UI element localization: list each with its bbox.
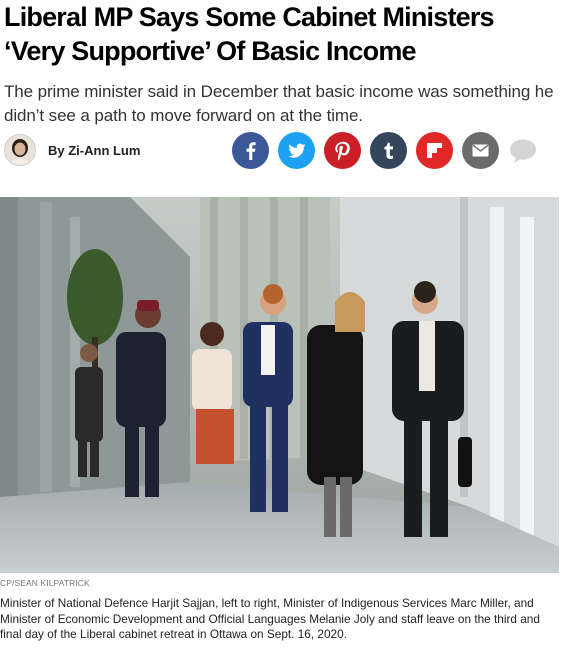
comment-bubble-icon xyxy=(510,139,536,163)
flipboard-share-button[interactable] xyxy=(416,132,453,169)
tumblr-icon xyxy=(370,132,407,169)
photo-credit: CP/SEAN KILPATRICK xyxy=(0,578,90,588)
tumblr-share-button[interactable] xyxy=(370,132,407,169)
photo-caption: Minister of National Defence Harjit Sajj… xyxy=(0,596,540,641)
twitter-icon xyxy=(278,132,315,169)
share-bar xyxy=(232,132,538,169)
author-avatar[interactable] xyxy=(4,134,36,166)
pinterest-share-button[interactable] xyxy=(324,132,361,169)
facebook-share-button[interactable] xyxy=(232,132,269,169)
article-photo[interactable] xyxy=(0,197,559,573)
envelope-icon xyxy=(462,132,499,169)
article-subhead: The prime minister said in December that… xyxy=(4,82,554,125)
author-name[interactable]: By Zi-Ann Lum xyxy=(48,143,140,158)
email-share-button[interactable] xyxy=(462,132,499,169)
facebook-icon xyxy=(232,132,269,169)
comments-button[interactable] xyxy=(508,136,538,166)
pinterest-icon xyxy=(324,132,361,169)
article-headline: Liberal MP Says Some Cabinet Ministers ‘… xyxy=(4,2,495,66)
twitter-share-button[interactable] xyxy=(278,132,315,169)
flipboard-icon xyxy=(416,132,453,169)
